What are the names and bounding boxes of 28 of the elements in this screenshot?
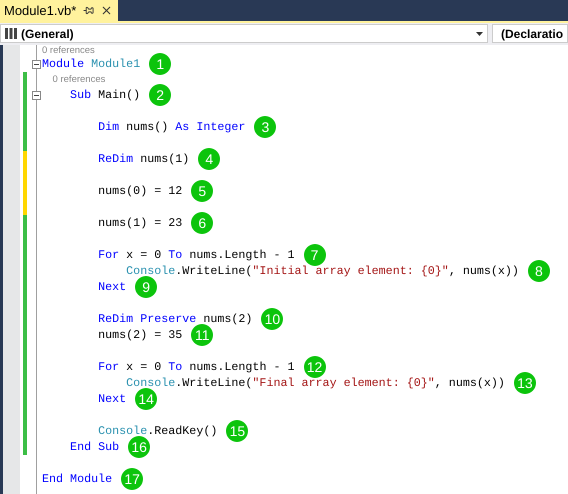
number-badge: 16 [128,436,150,458]
number-badge: 9 [135,276,158,298]
caret-icon [476,32,483,36]
number-badge: 12 [304,356,326,378]
number-badge: 7 [304,244,326,266]
number-badge: 6 [191,212,214,234]
number-badge: 15 [226,420,248,442]
scope-dropdown[interactable]: (General) [0,24,488,43]
number-badge: 4 [198,148,220,170]
number-badge: 1 [149,53,172,75]
document-tab[interactable]: Module1.vb* [0,0,118,21]
number-badge: 11 [191,324,214,346]
references-label[interactable]: 0 references [42,45,95,56]
number-badge: 3 [254,116,276,138]
collapse-icon[interactable] [32,90,41,100]
number-badge: 8 [528,260,550,282]
columns-icon [5,28,17,39]
number-badge: 5 [191,180,214,202]
scope-dropdown[interactable]: (Declaratio [492,24,568,43]
references-label[interactable]: 0 references [42,74,106,85]
number-badge: 17 [121,468,144,490]
collapse-icon[interactable] [32,60,41,68]
number-badge: 10 [261,308,284,330]
number-badge: 14 [135,388,158,410]
close-icon[interactable] [100,4,113,17]
number-badge: 13 [514,372,536,394]
pin-icon[interactable] [83,5,94,16]
number-badge: 2 [149,84,172,106]
